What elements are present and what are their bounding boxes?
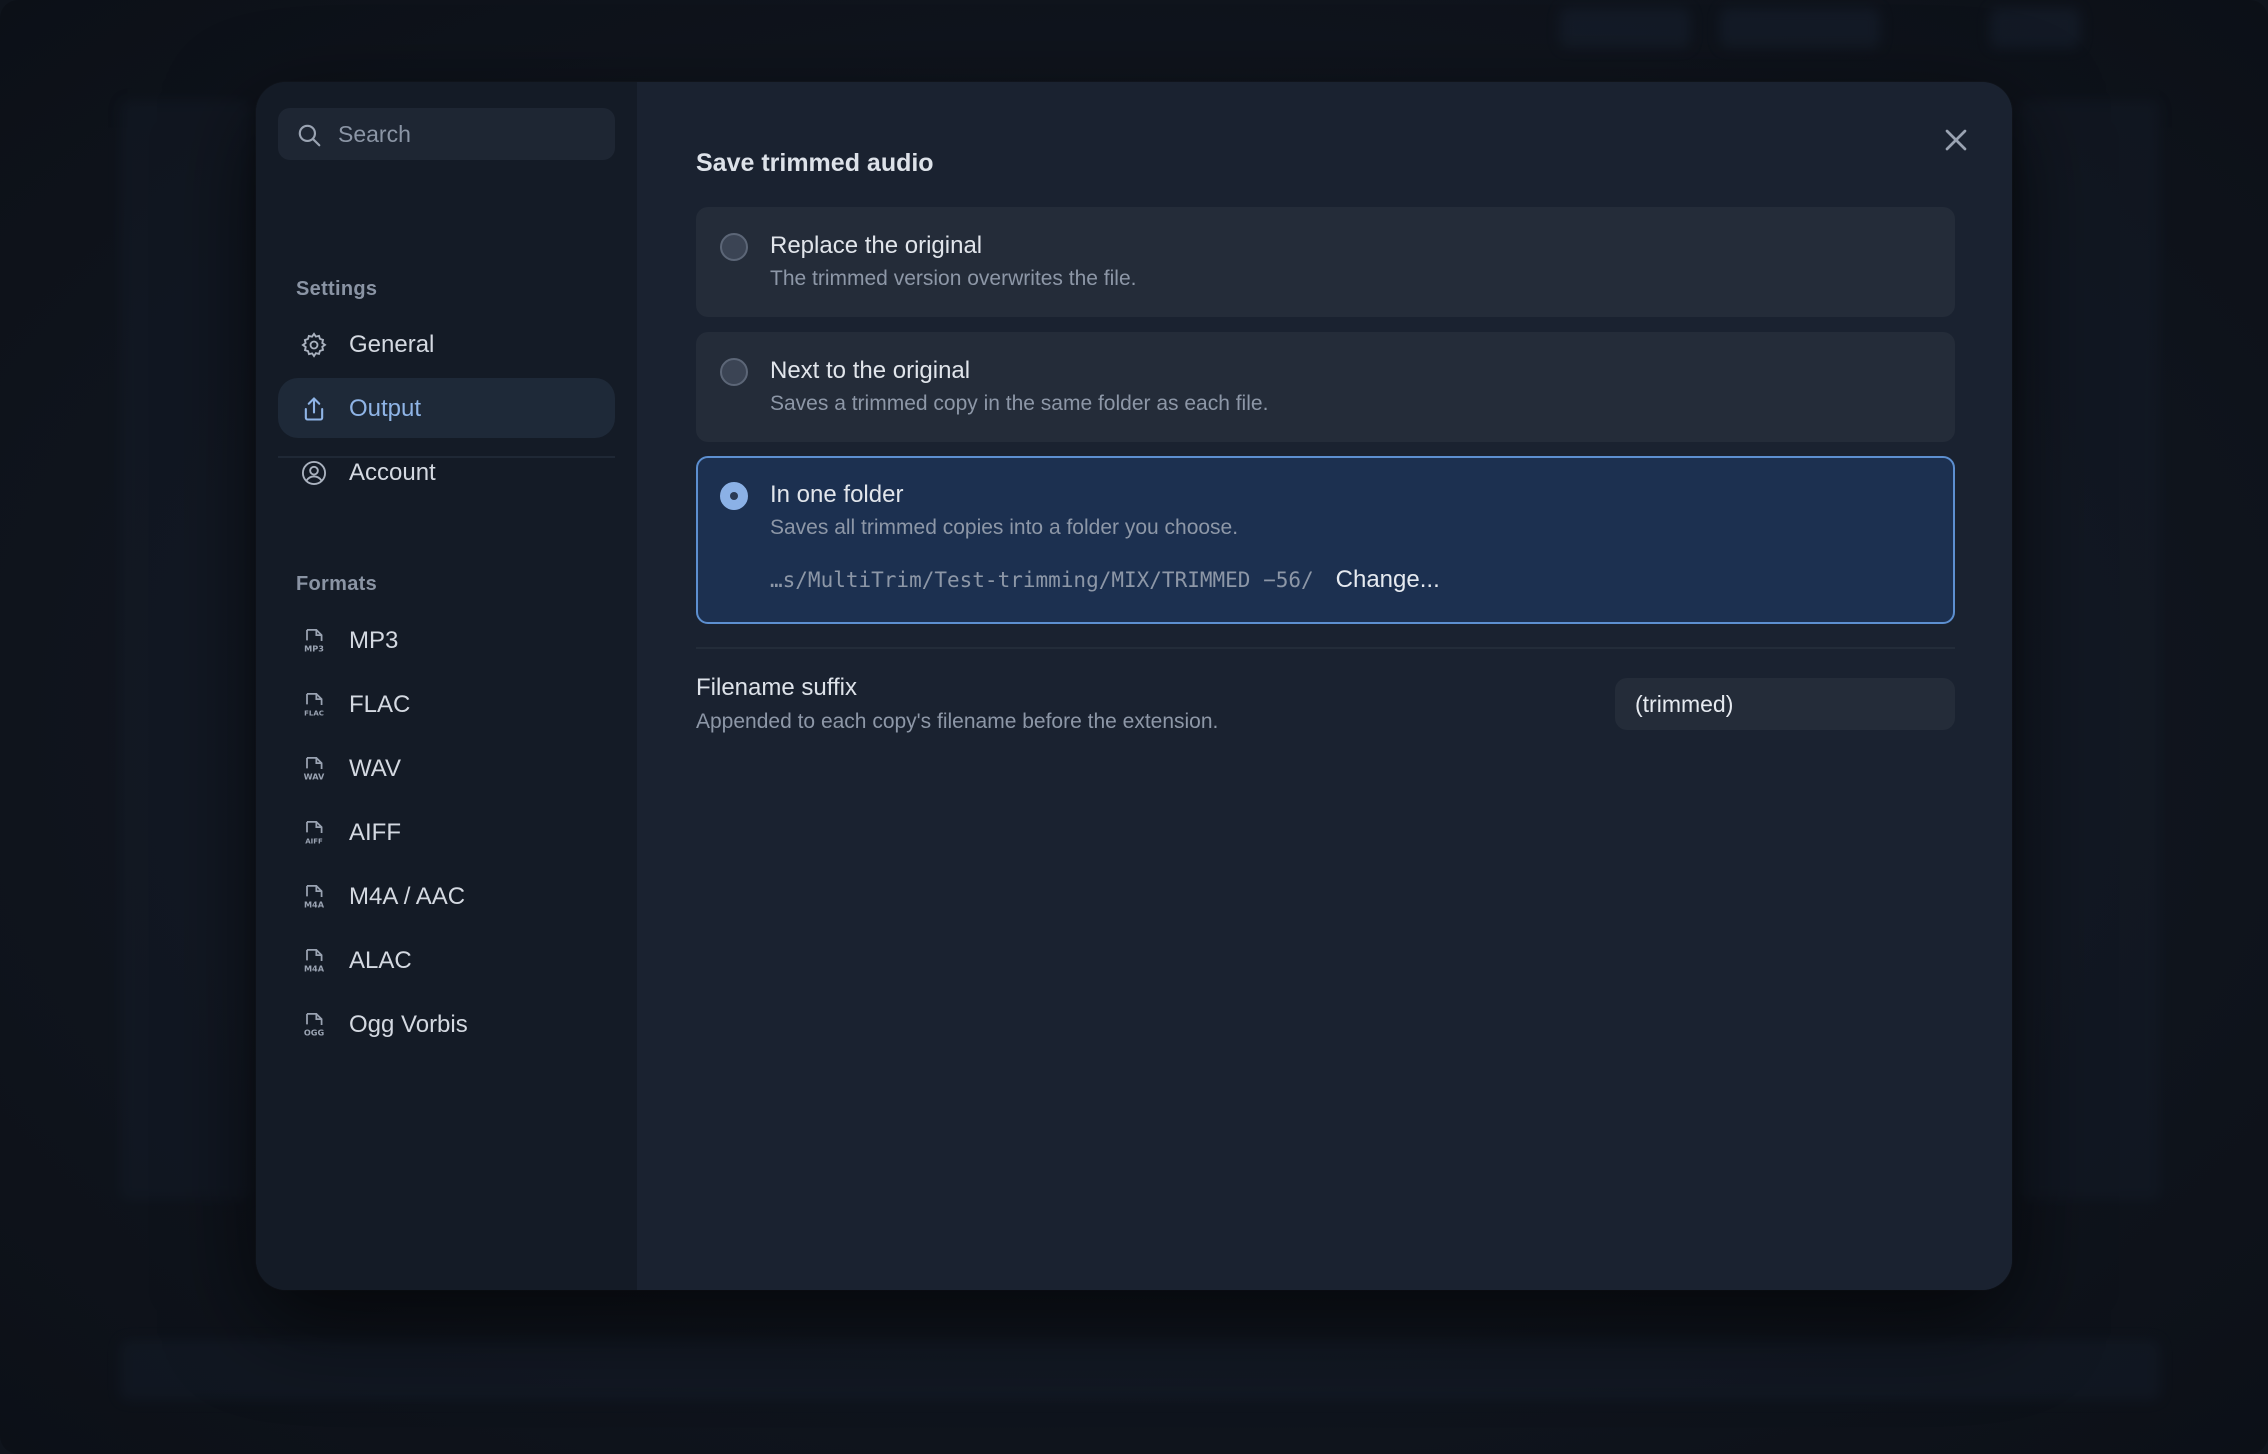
gear-icon (301, 332, 327, 358)
option-description: Saves all trimmed copies into a folder y… (770, 516, 1239, 539)
sidebar-item-label: FLAC (349, 691, 411, 718)
sidebar-item-format[interactable]: M4A M4A / AAC (278, 866, 615, 926)
flac-file-icon: FLAC (304, 693, 324, 718)
sidebar-item-format[interactable]: AIFF AIFF (278, 802, 615, 862)
share-upload-icon (304, 397, 324, 421)
sidebar-item-label: M4A / AAC (349, 883, 466, 910)
format-badge: M4A (304, 964, 325, 974)
change-folder-button[interactable]: Change... (1336, 566, 1440, 594)
output-settings-panel: Save trimmed audio Replace the original … (637, 82, 2012, 1290)
m4a-file-icon: M4A (304, 949, 325, 974)
search-icon (298, 124, 321, 147)
sidebar-item-label: ALAC (349, 947, 412, 974)
close-icon[interactable] (1938, 122, 1974, 158)
sidebar-item-label: MP3 (349, 627, 399, 654)
ogg-file-icon: OGG (304, 1013, 325, 1038)
user-circle-icon (301, 460, 327, 486)
radio-button-selected[interactable] (720, 482, 748, 510)
settings-section-label: Settings (296, 278, 378, 300)
option-title: Replace the original (770, 232, 983, 259)
option-next-to-original[interactable]: Next to the original Saves a trimmed cop… (696, 332, 1955, 442)
sidebar-item-format[interactable]: OGG Ogg Vorbis (278, 994, 615, 1054)
radio-button[interactable] (720, 233, 748, 261)
option-title: Next to the original (770, 357, 971, 384)
filename-suffix-input[interactable] (1615, 678, 1955, 730)
sidebar-item-output[interactable]: Output (278, 378, 615, 438)
mp3-file-icon: MP3 (304, 629, 324, 654)
sidebar-item-account[interactable]: Account (278, 442, 615, 502)
format-badge: M4A (304, 900, 325, 910)
radio-button[interactable] (720, 358, 748, 386)
aiff-file-icon: AIFF (305, 821, 323, 846)
divider (696, 647, 1955, 649)
settings-sidebar: Settings General Output Account Formats (256, 82, 637, 1290)
search-box[interactable] (278, 108, 615, 160)
option-description: The trimmed version overwrites the file. (770, 267, 1137, 290)
folder-path: …s/MultiTrim/Test-trimming/MIX/TRIMMED −… (770, 568, 1314, 592)
filename-suffix-description: Appended to each copy's filename before … (696, 710, 1219, 733)
formats-section-label: Formats (296, 573, 378, 595)
option-description: Saves a trimmed copy in the same folder … (770, 392, 1269, 415)
sidebar-item-label: Ogg Vorbis (349, 1011, 468, 1038)
sidebar-item-label: WAV (349, 755, 401, 782)
format-badge: WAV (304, 772, 325, 782)
format-badge: AIFF (305, 838, 323, 846)
wav-file-icon: WAV (304, 757, 325, 782)
sidebar-item-format[interactable]: WAV WAV (278, 738, 615, 798)
sidebar-item-label: Output (349, 395, 422, 422)
format-badge: OGG (304, 1028, 325, 1038)
sidebar-item-label: General (349, 331, 435, 358)
format-badge: MP3 (304, 644, 324, 654)
sidebar-item-format[interactable]: M4A ALAC (278, 930, 615, 990)
sidebar-item-format[interactable]: MP3 MP3 (278, 610, 615, 670)
search-input[interactable] (338, 108, 598, 160)
page-title: Save trimmed audio (696, 149, 934, 177)
sidebar-divider (278, 456, 615, 458)
m4a-file-icon: M4A (304, 885, 325, 910)
settings-dialog: Settings General Output Account Formats (256, 82, 2012, 1290)
sidebar-item-label: AIFF (349, 819, 401, 846)
filename-suffix-label: Filename suffix (696, 674, 857, 701)
sidebar-item-general[interactable]: General (278, 314, 615, 374)
folder-path-row: …s/MultiTrim/Test-trimming/MIX/TRIMMED −… (770, 566, 1440, 594)
sidebar-item-format[interactable]: FLAC FLAC (278, 674, 615, 734)
option-replace-original[interactable]: Replace the original The trimmed version… (696, 207, 1955, 317)
format-badge: FLAC (304, 710, 324, 718)
option-title: In one folder (770, 481, 904, 508)
sidebar-item-label: Account (349, 459, 436, 486)
option-in-one-folder[interactable]: In one folder Saves all trimmed copies i… (696, 456, 1955, 624)
